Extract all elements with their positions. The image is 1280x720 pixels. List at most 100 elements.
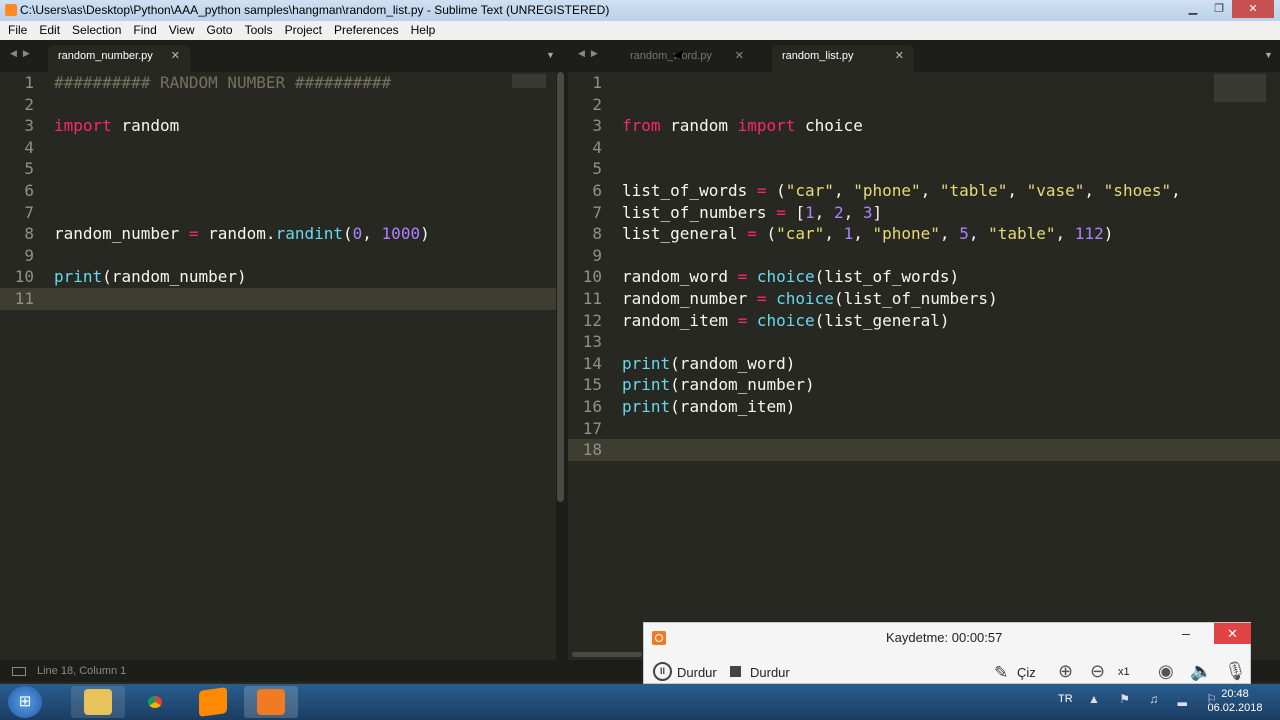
tab-nav-arrows-icon[interactable]: ◀▶	[10, 48, 36, 59]
code-line[interactable]: 4	[0, 137, 556, 159]
code-line[interactable]: 2	[0, 94, 556, 116]
code-text: list_of_words = ("car", "phone", "table"…	[622, 180, 1181, 202]
code-line[interactable]: 3 import random	[0, 115, 556, 137]
tab-close-icon[interactable]: ✕	[895, 45, 904, 68]
left-minimap[interactable]	[512, 74, 546, 88]
menu-find[interactable]: Find	[127, 21, 162, 40]
screen: C:\Users\as\Desktop\Python\AAA_python sa…	[0, 0, 1280, 720]
webcam-icon[interactable]: ◉	[1158, 661, 1174, 682]
maximize-icon[interactable]: ❐	[1206, 0, 1232, 18]
panel-toggle-icon[interactable]	[12, 667, 26, 676]
menu-view[interactable]: View	[163, 21, 201, 40]
code-line[interactable]: 7	[0, 202, 556, 224]
recorder-close-icon[interactable]: ✕	[1214, 623, 1251, 644]
line-number: 17	[582, 418, 602, 438]
taskbar-sublime[interactable]	[186, 686, 240, 718]
menu-selection[interactable]: Selection	[66, 21, 127, 40]
tab-dropdown-icon[interactable]: ▼	[1264, 50, 1273, 60]
code-line[interactable]: 14 print(random_word)	[568, 353, 1280, 375]
tab-close-icon[interactable]: ✕	[735, 45, 744, 68]
left-editor-pane[interactable]: 1 ########## RANDOM NUMBER ########## 2 3 im…	[0, 72, 556, 660]
menu-help[interactable]: Help	[405, 21, 442, 40]
speaker-icon[interactable]: 🔈	[1190, 661, 1212, 682]
tab-nav-arrows-icon[interactable]: ◀▶	[578, 48, 604, 59]
zoom-in-icon[interactable]: ⊕	[1058, 661, 1073, 682]
code-line[interactable]: 5	[0, 158, 556, 180]
code-line[interactable]: 16 print(random_item)	[568, 396, 1280, 418]
code-line[interactable]: 7 list_of_numbers = [1, 2, 3]	[568, 202, 1280, 224]
start-button[interactable]: ⊞	[8, 686, 42, 718]
tab-label: random_word.py	[630, 50, 712, 62]
pause-button[interactable]: Durdur	[677, 665, 717, 680]
code-line[interactable]: 10 random_word = choice(list_of_words)	[568, 266, 1280, 288]
menu-project[interactable]: Project	[279, 21, 328, 40]
right-minimap[interactable]	[1214, 74, 1266, 102]
menu-edit[interactable]: Edit	[33, 21, 66, 40]
code-line[interactable]: 10 print(random_number)	[0, 266, 556, 288]
recording-timer: Kaydetme: 00:00:57	[886, 630, 1003, 645]
code-line[interactable]: 1	[568, 72, 1280, 94]
stop-icon[interactable]	[730, 666, 741, 677]
code-token: (list_of_words)	[814, 267, 960, 287]
taskbar-recorder[interactable]	[244, 686, 298, 718]
code-line[interactable]: 1 ########## RANDOM NUMBER ##########	[0, 72, 556, 94]
tab-random-word[interactable]: random_word.py ✕	[620, 45, 754, 72]
window-titlebar[interactable]: C:\Users\as\Desktop\Python\AAA_python sa…	[0, 0, 1280, 21]
code-token: print	[622, 375, 671, 395]
tab-random-list[interactable]: random_list.py ✕	[772, 45, 914, 72]
line-number: 2	[592, 94, 602, 114]
code-line[interactable]: 3 from random import choice	[568, 115, 1280, 137]
clock[interactable]: 20:48 06.02.2018	[1202, 687, 1268, 715]
language-indicator[interactable]: TR	[1058, 693, 1073, 705]
code-line[interactable]: 6 list_of_words = ("car", "phone", "table…	[568, 180, 1280, 202]
draw-button[interactable]: Çiz	[1017, 665, 1036, 680]
menu-tools[interactable]: Tools	[239, 21, 279, 40]
code-line[interactable]: 9	[0, 245, 556, 267]
code-line[interactable]: 17	[568, 418, 1280, 440]
taskbar-chrome[interactable]	[128, 686, 182, 718]
code-line[interactable]: 12 random_item = choice(list_general)	[568, 310, 1280, 332]
tab-random-number[interactable]: random_number.py ✕	[48, 45, 190, 72]
code-token: [	[785, 202, 806, 222]
taskbar-explorer[interactable]	[71, 686, 125, 718]
code-text: from random import choice	[622, 115, 863, 137]
pencil-icon[interactable]: ✎	[994, 663, 1008, 683]
code-line[interactable]: 11 random_number = choice(list_of_numbers…	[568, 288, 1280, 310]
code-line[interactable]: 9	[568, 245, 1280, 267]
code-line[interactable]: 18	[568, 439, 1280, 462]
menu-goto[interactable]: Goto	[201, 21, 239, 40]
tab-close-icon[interactable]: ✕	[171, 45, 180, 68]
recorder-minimize-icon[interactable]: –	[1182, 625, 1190, 641]
microphone-icon[interactable]: 🎙	[1224, 661, 1247, 682]
code-token: )	[420, 224, 430, 244]
tab-dropdown-icon[interactable]: ▼	[546, 50, 555, 60]
code-line[interactable]: 13	[568, 331, 1280, 353]
code-token: (	[756, 224, 777, 244]
code-token: ,	[1007, 181, 1027, 200]
right-editor-pane[interactable]: 1 2 3 from random import choice 4 5 6 list_of_w…	[568, 72, 1280, 660]
code-token: print	[622, 353, 671, 373]
right-horizontal-scrollbar[interactable]	[572, 652, 642, 657]
code-line[interactable]: 8 list_general = ("car", 1, "phone", 5, "…	[568, 223, 1280, 245]
code-token: ,	[939, 224, 960, 244]
menu-file[interactable]: File	[2, 21, 33, 40]
code-token: ,	[968, 224, 989, 244]
menu-preferences[interactable]: Preferences	[328, 21, 405, 40]
code-line[interactable]: 6	[0, 180, 556, 202]
code-line[interactable]: 8 random_number = random.randint(0, 1000)	[0, 223, 556, 245]
code-line[interactable]: 5	[568, 158, 1280, 180]
pause-icon[interactable]: II	[653, 662, 672, 681]
code-line[interactable]: 15 print(random_number)	[568, 374, 1280, 396]
zoom-out-icon[interactable]: ⊖	[1090, 661, 1105, 682]
code-line[interactable]: 2	[568, 94, 1280, 116]
left-scrollbar[interactable]	[557, 72, 564, 502]
minimize-icon[interactable]: ▁	[1180, 0, 1206, 18]
close-icon[interactable]: ✕	[1232, 0, 1274, 18]
code-line[interactable]: 4	[568, 137, 1280, 159]
stop-button[interactable]: Durdur	[750, 665, 790, 680]
code-token: ,	[824, 224, 844, 244]
code-text: random_number = random.randint(0, 1000)	[54, 223, 430, 245]
code-line[interactable]: 11	[0, 288, 556, 310]
code-token: choice	[756, 310, 815, 330]
